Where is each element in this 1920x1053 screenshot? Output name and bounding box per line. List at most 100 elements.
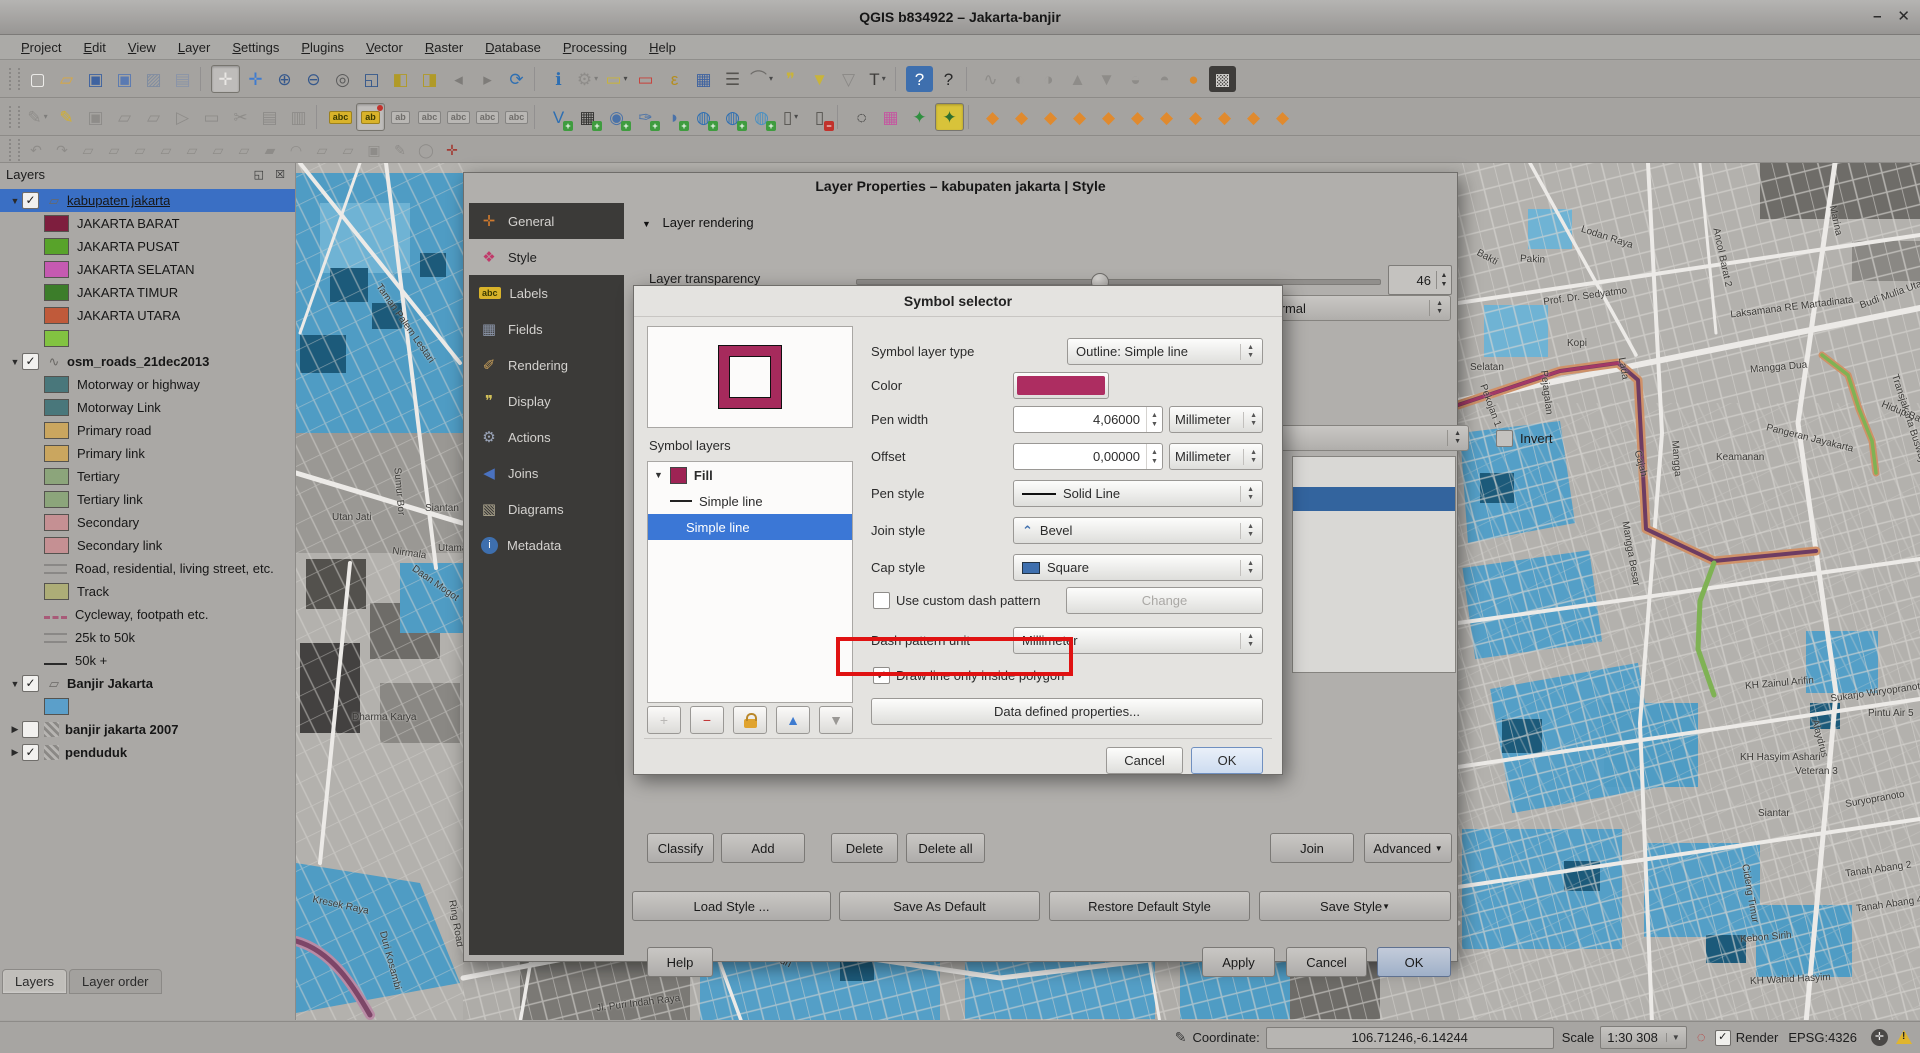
tree-collapse-icon[interactable]: ▼: [8, 196, 22, 206]
legend-item-jakarta-barat[interactable]: JAKARTA BARAT: [0, 212, 295, 235]
legend-item-tertiary-link[interactable]: Tertiary link: [0, 488, 295, 511]
flame-database-icon[interactable]: ◆: [1240, 104, 1267, 130]
toolbar-handle[interactable]: [9, 68, 20, 90]
layer-item-kabupaten-jakarta[interactable]: ▼✓▱kabupaten jakarta: [0, 189, 295, 212]
messages-warning-icon[interactable]: [1896, 1030, 1912, 1044]
label-highlight-icon[interactable]: ab: [387, 104, 414, 130]
select-features-icon[interactable]: ▭▾: [603, 66, 630, 92]
zoom-to-layer-icon[interactable]: ◨: [416, 66, 443, 92]
legend-item-50k[interactable]: 50k +: [0, 649, 295, 672]
crs-status[interactable]: EPSG:4326: [1788, 1030, 1857, 1045]
sidebar-item-rendering[interactable]: ✐Rendering: [469, 347, 624, 383]
zoom-native-icon[interactable]: ◎: [329, 66, 356, 92]
tree-expand-icon[interactable]: ▶: [8, 747, 22, 758]
sidebar-item-style[interactable]: ❖Style: [469, 239, 624, 275]
label-properties-icon[interactable]: abc: [503, 104, 530, 130]
add-spatialite-layer-icon[interactable]: ✑+: [632, 104, 659, 130]
dropdown-caret-icon[interactable]: ▾: [794, 113, 798, 121]
layer-item-osm-roads-21dec2013[interactable]: ▼✓∿osm_roads_21dec2013: [0, 350, 295, 373]
add-postgis-layer-icon[interactable]: ◉+: [603, 104, 630, 130]
flame-refresh-icon[interactable]: ◆: [1037, 104, 1064, 130]
menu-edit[interactable]: Edit: [72, 38, 116, 57]
tree-collapse-icon[interactable]: ▼: [8, 679, 22, 689]
remove-symbol-layer-button[interactable]: −: [690, 706, 724, 734]
categories-list[interactable]: [1292, 456, 1456, 673]
remove-layer-icon[interactable]: ▯−: [806, 104, 833, 130]
window-minimize-button[interactable]: –: [1873, 0, 1881, 34]
save-as-image-icon[interactable]: ▨: [140, 66, 167, 92]
symbol-layer-type-combo[interactable]: Outline: Simple line ▲▼: [1067, 338, 1263, 365]
attribute-table-icon[interactable]: ▦: [690, 66, 717, 92]
flame-user-icon[interactable]: ◆: [1124, 104, 1151, 130]
menu-view[interactable]: View: [117, 38, 167, 57]
flame-download-icon[interactable]: ◆: [1211, 104, 1238, 130]
button-delete[interactable]: Delete: [831, 833, 898, 863]
cad-construction-icon[interactable]: ✛: [440, 139, 464, 160]
tab-layers[interactable]: Layers: [2, 969, 67, 994]
sidebar-item-fields[interactable]: ▦Fields: [469, 311, 624, 347]
layer-item-banjir-jakarta-2007[interactable]: ▶banjir jakarta 2007: [0, 718, 295, 741]
data-defined-properties-button[interactable]: Data defined properties...: [871, 698, 1263, 725]
help-contents-icon[interactable]: ?: [906, 66, 933, 92]
button-save-as-default[interactable]: Save As Default: [839, 891, 1040, 921]
legend-item-motorway-link[interactable]: Motorway Link: [0, 396, 295, 419]
window-close-button[interactable]: ✕: [1897, 0, 1910, 34]
symbol-layer-line2-row-selected[interactable]: Simple line: [648, 514, 852, 540]
legend-item-secondary[interactable]: Secondary: [0, 511, 295, 534]
apply-button[interactable]: Apply: [1202, 947, 1275, 977]
join-button[interactable]: Join: [1270, 833, 1354, 863]
refresh-icon[interactable]: ⟳: [503, 66, 530, 92]
button-add[interactable]: Add: [721, 833, 805, 863]
transparency-spinbox[interactable]: 46 ▲▼: [1388, 265, 1452, 295]
tree-collapse-icon[interactable]: ▼: [8, 357, 22, 367]
sidebar-item-metadata[interactable]: iMetadata: [469, 527, 624, 563]
button-delete-all[interactable]: Delete all: [906, 833, 985, 863]
label-move-icon[interactable]: abc: [416, 104, 443, 130]
color-button[interactable]: [1013, 372, 1109, 399]
legend-item-jakarta-pusat[interactable]: JAKARTA PUSAT: [0, 235, 295, 258]
zoom-out-icon[interactable]: ⊖: [300, 66, 327, 92]
move-up-symbol-layer-button[interactable]: ▲: [776, 706, 810, 734]
legend-item-motorway-or-highway[interactable]: Motorway or highway: [0, 373, 295, 396]
zoom-in-icon[interactable]: ⊕: [271, 66, 298, 92]
label-rotate-icon[interactable]: abc: [445, 104, 472, 130]
add-oracle-layer-icon[interactable]: ◗+: [661, 104, 688, 130]
new-print-composer-icon[interactable]: ▤: [169, 66, 196, 92]
flame-sync-icon[interactable]: ◆: [1153, 104, 1180, 130]
add-raster-layer-icon[interactable]: ▦+: [574, 104, 601, 130]
legend-item-jakarta-timur[interactable]: JAKARTA TIMUR: [0, 281, 295, 304]
layer-rendering-header[interactable]: ▼ Layer rendering: [642, 215, 754, 230]
menu-processing[interactable]: Processing: [552, 38, 638, 57]
text-annotation-icon[interactable]: T▾: [864, 66, 891, 92]
open-project-icon[interactable]: ▱: [53, 66, 80, 92]
legend-item-25k-to-50k[interactable]: 25k to 50k: [0, 626, 295, 649]
legend-item-tertiary[interactable]: Tertiary: [0, 465, 295, 488]
zoom-last-icon[interactable]: ◂: [445, 66, 472, 92]
style-manager-icon[interactable]: ●: [1180, 66, 1207, 92]
legend-item[interactable]: [0, 327, 295, 350]
identify-icon[interactable]: ℹ: [545, 66, 572, 92]
flame-key-icon[interactable]: ◆: [1008, 104, 1035, 130]
symbol-ok-button[interactable]: OK: [1191, 747, 1263, 774]
dropdown-caret-icon[interactable]: ▾: [594, 75, 598, 83]
symbol-cancel-button[interactable]: Cancel: [1106, 747, 1183, 774]
move-down-symbol-layer-button[interactable]: ▼: [819, 706, 853, 734]
layer-visibility-checkbox[interactable]: ✓: [22, 353, 39, 370]
invert-checkbox[interactable]: [1496, 430, 1513, 447]
label-pin-icon[interactable]: ab: [356, 103, 385, 131]
flame-tools-icon[interactable]: ◆: [1269, 104, 1296, 130]
pan-to-selection-icon[interactable]: ✛: [242, 66, 269, 92]
symbol-layer-fill-row[interactable]: ▼ Fill: [648, 462, 852, 488]
help-button[interactable]: Help: [647, 947, 713, 977]
selected-category-row[interactable]: [1293, 487, 1455, 511]
grass-tools-icon[interactable]: ✦: [906, 104, 933, 130]
select-by-expression-icon[interactable]: ε: [661, 66, 688, 92]
menu-raster[interactable]: Raster: [414, 38, 474, 57]
tab-layer-order[interactable]: Layer order: [69, 969, 161, 994]
pan-map-icon[interactable]: ✛: [211, 65, 240, 93]
grass-icon[interactable]: ✦: [935, 103, 964, 131]
feature-blending-mode-combo[interactable]: Normal▲▼: [1256, 295, 1451, 321]
sidebar-item-diagrams[interactable]: ▧Diagrams: [469, 491, 624, 527]
tree-expand-icon[interactable]: ▶: [8, 724, 22, 735]
flame-list-icon[interactable]: ◆: [1095, 104, 1122, 130]
